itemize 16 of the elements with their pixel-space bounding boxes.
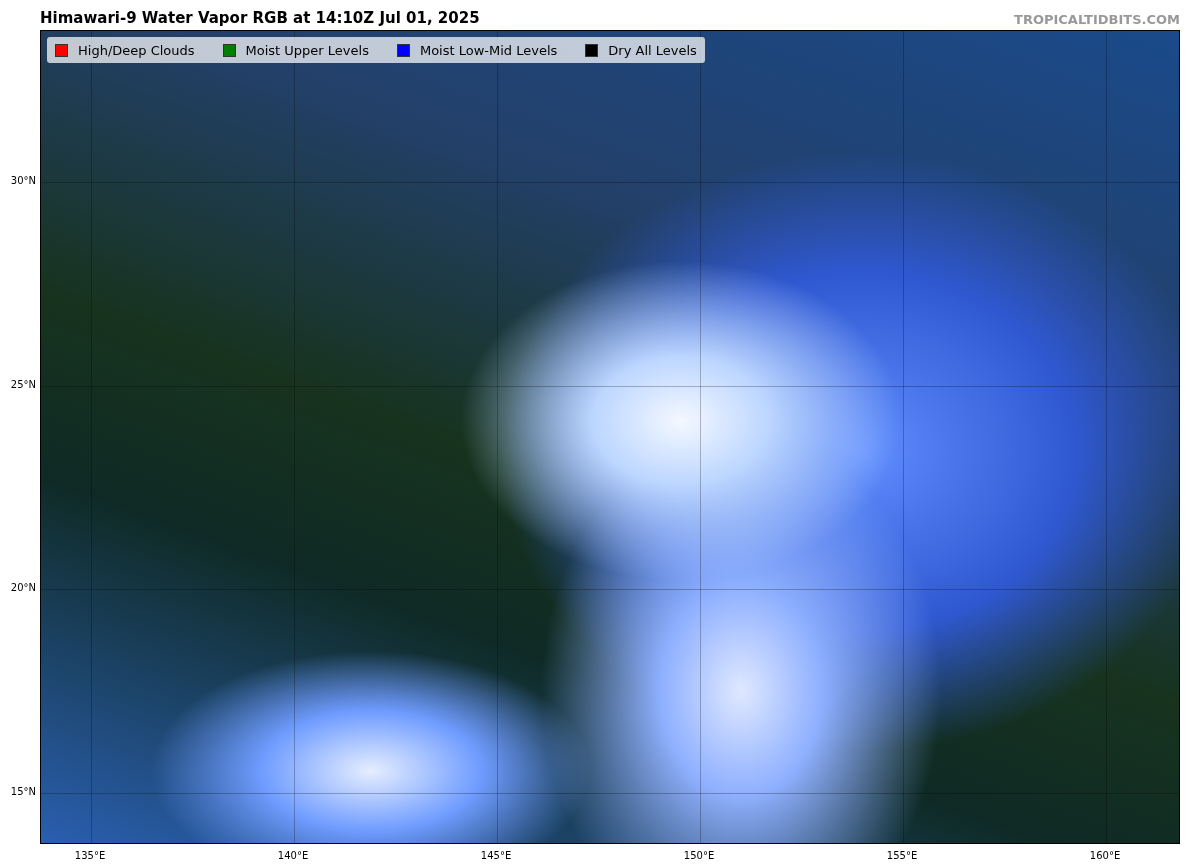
- longitude-label: 135°E: [74, 851, 106, 861]
- latitude-label: 25°N: [10, 379, 36, 390]
- latitude-label: 15°N: [10, 787, 36, 798]
- longitude-label: 160°E: [1089, 851, 1121, 861]
- chart-title: Himawari-9 Water Vapor RGB at 14:10Z Jul 01, 2025: [40, 11, 480, 29]
- site-credit: TROPICALTIDBITS.COM: [1014, 13, 1180, 29]
- latitude-label: 20°N: [10, 583, 36, 594]
- longitude-label: 155°E: [886, 851, 918, 861]
- legend-label: Dry All Levels: [608, 43, 697, 57]
- legend-label: Moist Upper Levels: [245, 43, 369, 57]
- longitude-label: 145°E: [480, 851, 512, 861]
- latitude-label: 30°N: [10, 176, 36, 186]
- legend-label: Moist Low-Mid Levels: [419, 43, 558, 57]
- longitude-label: 150°E: [683, 851, 715, 861]
- longitude-label: 140°E: [277, 851, 309, 861]
- legend-label: High/Deep Clouds: [78, 43, 195, 57]
